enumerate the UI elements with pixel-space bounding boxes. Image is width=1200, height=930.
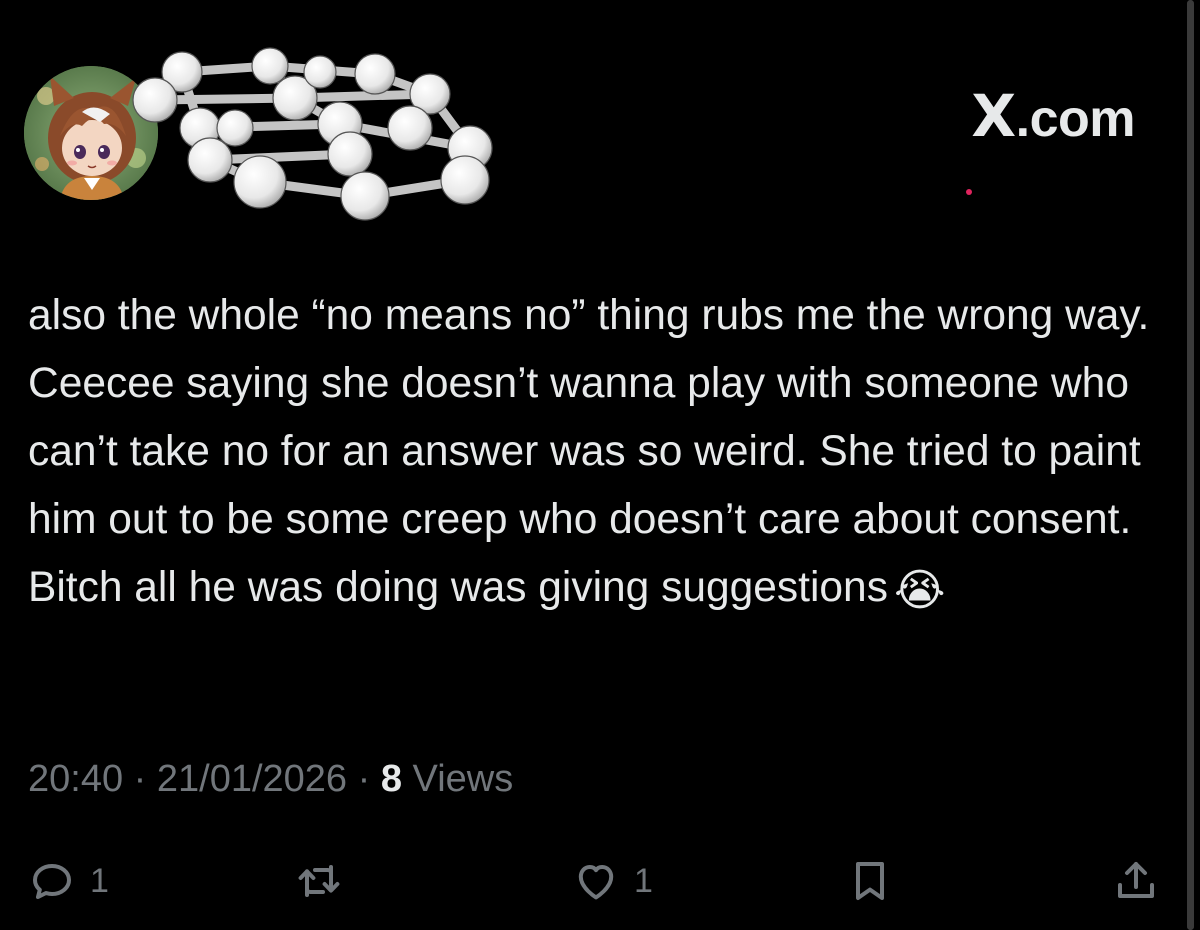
tweet-time[interactable]: 20:40 (28, 758, 123, 800)
scrollbar[interactable] (1187, 0, 1194, 930)
scrollbar-thumb[interactable] (1187, 0, 1194, 930)
tweet-text-content: also the whole “no means no” thing rubs … (28, 292, 1150, 611)
reply-icon (33, 864, 71, 899)
x-logo-icon: X (971, 82, 1016, 150)
tweet-meta: 20:40 · 21/01/2026 · 8 Views (28, 758, 513, 801)
like-button[interactable]: 1 (572, 846, 653, 916)
tweet-date[interactable]: 21/01/2026 (157, 758, 347, 800)
retweet-button[interactable] (295, 846, 343, 916)
bookmark-button[interactable] (846, 846, 894, 916)
molecule-image (132, 47, 493, 221)
tweet-text: also the whole “no means no” thing rubs … (28, 282, 1178, 625)
loudly-crying-emoji: 😭 (893, 565, 946, 616)
share-button[interactable] (1112, 846, 1160, 916)
tweet-header: X.com (0, 0, 1180, 240)
heart-icon (578, 865, 614, 900)
brand-domain-text: .com (1015, 90, 1136, 148)
share-icon (1118, 862, 1154, 898)
bookmark-icon (856, 862, 884, 900)
like-count: 1 (634, 861, 653, 900)
retweet-icon (298, 865, 340, 897)
views-label: Views (412, 758, 514, 800)
meta-separator: · (133, 758, 147, 800)
action-bar: 1 1 (0, 846, 1180, 916)
notification-dot (966, 189, 972, 195)
reply-count: 1 (90, 861, 109, 900)
brand-watermark: X.com (971, 82, 1135, 150)
meta-separator: · (357, 758, 371, 800)
views-count: 8 (380, 758, 402, 800)
reply-button[interactable]: 1 (28, 846, 109, 916)
